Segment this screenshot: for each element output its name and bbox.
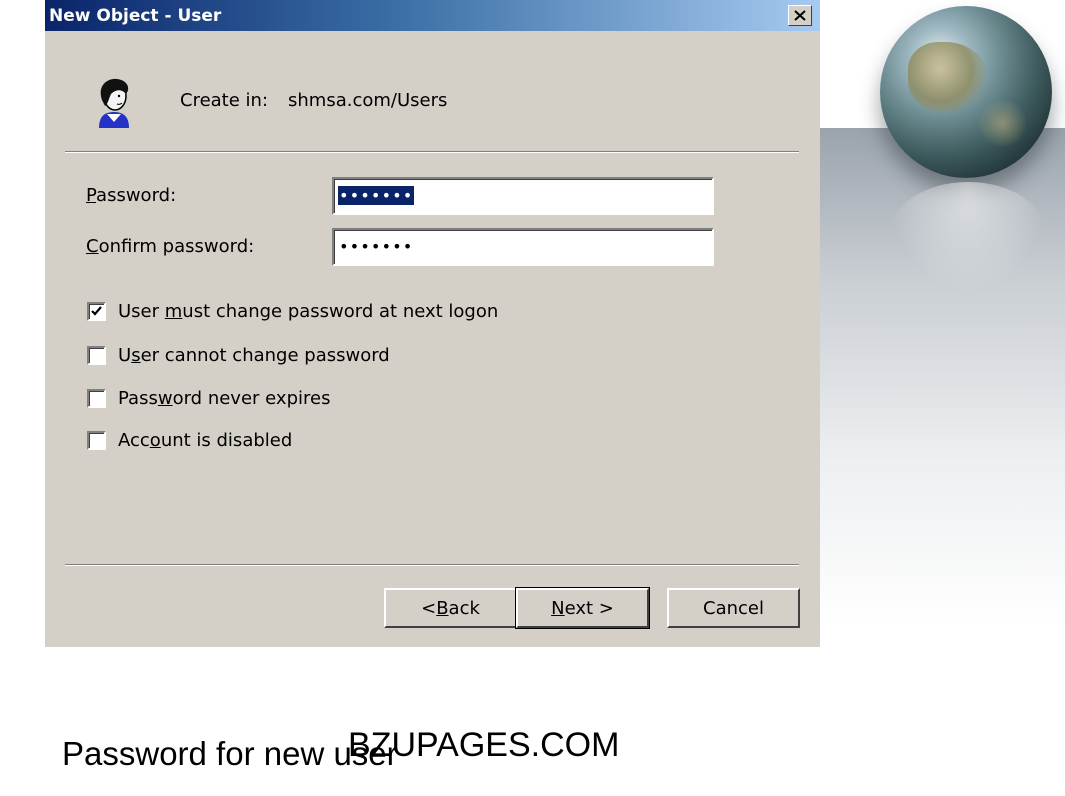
option-text-post: unt is disabled xyxy=(160,430,293,451)
next-accel: N xyxy=(551,597,565,619)
cannot-change-password-label[interactable]: User cannot change password xyxy=(118,345,390,366)
option-text-pre: Pass xyxy=(118,388,158,409)
must-change-password-checkbox[interactable] xyxy=(87,302,106,321)
option-text-pre: Acc xyxy=(118,430,150,451)
confirm-password-label: Confirm password: xyxy=(86,236,254,257)
option-accel: w xyxy=(157,388,173,409)
confirm-password-value: ••••••• xyxy=(339,237,414,256)
cancel-button[interactable]: Cancel xyxy=(667,588,800,628)
confirm-accel: C xyxy=(86,236,99,257)
account-disabled-checkbox[interactable] xyxy=(87,431,106,450)
back-arrow: < xyxy=(421,597,437,619)
user-icon xyxy=(99,78,129,128)
option-text-post: ust change password at next logon xyxy=(182,301,499,322)
close-icon xyxy=(794,10,806,21)
confirm-password-field[interactable]: ••••••• xyxy=(332,228,714,266)
watermark-text: BZUPAGES.COM xyxy=(348,726,620,764)
separator-bottom xyxy=(65,564,799,566)
option-accel: o xyxy=(149,430,161,451)
option-accel: m xyxy=(164,301,183,322)
window-title: New Object - User xyxy=(49,6,222,26)
password-label: Password: xyxy=(86,185,176,206)
password-never-expires-label[interactable]: Password never expires xyxy=(118,388,330,409)
separator-top xyxy=(65,151,799,153)
password-never-expires-checkbox[interactable] xyxy=(87,389,106,408)
option-text-post: er cannot change password xyxy=(140,345,390,366)
option-accel: s xyxy=(131,345,141,366)
cannot-change-password-checkbox[interactable] xyxy=(87,346,106,365)
back-text: ack xyxy=(448,597,480,619)
password-field[interactable]: ••••••• xyxy=(332,177,714,215)
close-button[interactable] xyxy=(788,5,812,26)
option-text-post: ord never expires xyxy=(172,388,331,409)
must-change-password-label[interactable]: User must change password at next logon xyxy=(118,301,498,322)
next-text: ext > xyxy=(564,597,614,619)
option-text-pre: User xyxy=(118,301,165,322)
globe-reflection xyxy=(888,182,1048,292)
back-button[interactable]: < Back xyxy=(384,588,517,628)
account-disabled-label[interactable]: Account is disabled xyxy=(118,430,292,451)
password-accel: P xyxy=(86,185,97,206)
title-bar: New Object - User xyxy=(45,0,820,31)
new-user-dialog: New Object - User Create in: shmsa.com/U… xyxy=(45,0,820,647)
password-value: ••••••• xyxy=(338,186,415,205)
option-text-pre: U xyxy=(118,345,132,366)
create-in-path: shmsa.com/Users xyxy=(288,90,448,111)
password-label-text: assword: xyxy=(96,185,177,206)
globe-image xyxy=(880,6,1052,178)
create-in-label: Create in: xyxy=(180,90,269,111)
next-button[interactable]: Next > xyxy=(515,587,650,629)
check-icon xyxy=(91,306,102,316)
back-accel: B xyxy=(436,597,449,619)
confirm-label-text: onfirm password: xyxy=(98,236,255,257)
